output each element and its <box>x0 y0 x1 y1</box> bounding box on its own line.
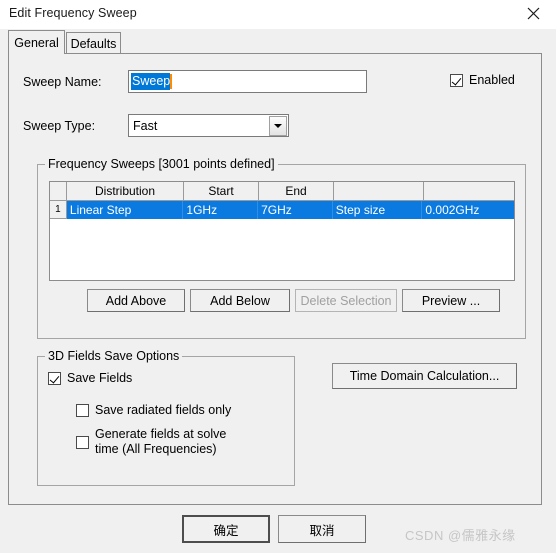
table-header-row: Distribution Start End <box>50 182 514 201</box>
tab-general[interactable]: General <box>8 30 65 54</box>
tab-general-label: General <box>14 35 59 50</box>
preview-button[interactable]: Preview ... <box>402 289 500 312</box>
save-fields-label: Save Fields <box>67 371 133 385</box>
sweep-type-label: Sweep Type: <box>23 119 96 133</box>
table-header-param-name[interactable] <box>334 182 424 201</box>
table-header-corner[interactable] <box>50 182 67 201</box>
table-header-distribution[interactable]: Distribution <box>67 182 184 201</box>
save-radiated-fields-checkbox-box <box>76 404 89 417</box>
delete-selection-button: Delete Selection <box>295 289 397 312</box>
tab-defaults-label: Defaults <box>70 36 117 51</box>
cell-start[interactable]: 1GHz <box>183 201 259 219</box>
window-title: Edit Frequency Sweep <box>9 6 137 20</box>
fields-save-options-group-title: 3D Fields Save Options <box>45 349 183 363</box>
save-fields-checkbox[interactable]: Save Fields <box>48 371 132 386</box>
cancel-button[interactable]: 取消 <box>278 515 366 543</box>
fields-save-options-group: 3D Fields Save Options Save Fields Save … <box>37 349 295 486</box>
sweep-name-label: Sweep Name: <box>23 75 102 89</box>
cell-param-name[interactable]: Step size <box>332 201 423 219</box>
tab-strip: General Defaults <box>8 30 542 54</box>
sweep-type-value: Fast <box>133 118 158 133</box>
enabled-checkbox[interactable]: Enabled <box>450 73 515 88</box>
close-icon[interactable] <box>510 0 556 27</box>
sweep-type-select[interactable]: Fast <box>128 114 289 137</box>
generate-fields-label: Generate fields at solve time (All Frequ… <box>95 427 227 456</box>
save-fields-checkbox-box <box>48 372 61 385</box>
text-caret <box>170 74 173 89</box>
add-below-button[interactable]: Add Below <box>190 289 290 312</box>
ok-button[interactable]: 确定 <box>182 515 270 543</box>
frequency-sweeps-group: Frequency Sweeps [3001 points defined] D… <box>37 157 526 339</box>
sweep-name-input[interactable]: Sweep <box>128 70 367 93</box>
cell-param-value[interactable]: 0.002GHz <box>422 201 514 219</box>
generate-fields-checkbox-box <box>76 436 89 449</box>
table-header-end[interactable]: End <box>259 182 334 201</box>
frequency-sweeps-group-title: Frequency Sweeps [3001 points defined] <box>45 157 278 171</box>
title-bar: Edit Frequency Sweep <box>0 0 556 29</box>
frequency-sweeps-table[interactable]: Distribution Start End 1 Linear Step 1GH… <box>49 181 515 281</box>
table-header-start[interactable]: Start <box>184 182 259 201</box>
enabled-label: Enabled <box>469 73 515 87</box>
time-domain-calculation-button[interactable]: Time Domain Calculation... <box>332 363 517 389</box>
enabled-checkbox-box <box>450 74 463 87</box>
generate-fields-checkbox[interactable]: Generate fields at solve time (All Frequ… <box>76 427 226 457</box>
save-radiated-fields-label: Save radiated fields only <box>95 403 232 417</box>
cell-distribution[interactable]: Linear Step <box>66 201 184 219</box>
save-radiated-fields-checkbox[interactable]: Save radiated fields only <box>76 403 231 418</box>
sweep-name-value: Sweep <box>131 73 171 90</box>
chevron-down-icon[interactable] <box>269 116 287 136</box>
tab-defaults[interactable]: Defaults <box>66 32 121 54</box>
table-row-index[interactable]: 1 <box>50 201 67 219</box>
tab-panel-general: Sweep Name: Sweep Enabled Sweep Type: Fa… <box>8 53 542 505</box>
table-header-param-value[interactable] <box>424 182 514 201</box>
csdn-watermark: CSDN @儒雅永缘 <box>405 528 516 543</box>
table-row[interactable]: 1 Linear Step 1GHz 7GHz Step size 0.002G… <box>50 201 514 219</box>
cell-end[interactable]: 7GHz <box>258 201 333 219</box>
add-above-button[interactable]: Add Above <box>87 289 185 312</box>
